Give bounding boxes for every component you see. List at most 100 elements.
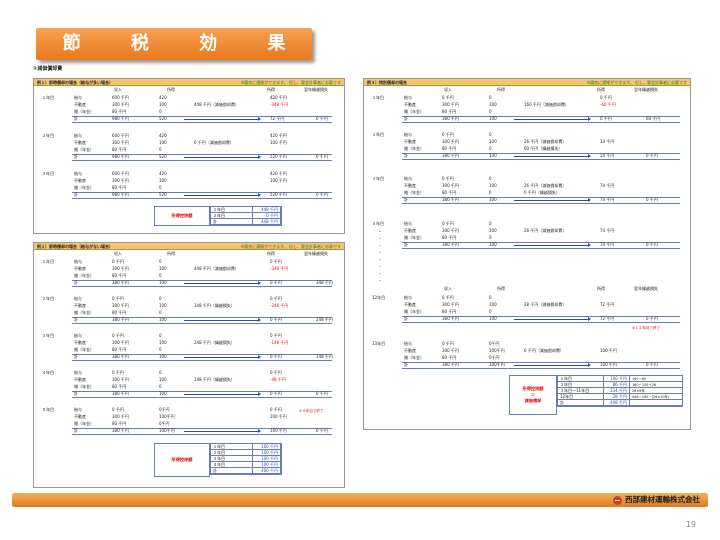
shotoku2-value: 420 千円 xyxy=(270,171,287,176)
deduction-year: ３年目～11年目 xyxy=(558,388,604,393)
deduction-note: 448 千円（減価償却費） xyxy=(194,266,239,271)
deduction-value: 100 千円 xyxy=(253,444,281,449)
shotoku2-value: 0 千円 xyxy=(600,95,612,100)
shotoku-value: 0千円 xyxy=(159,421,170,426)
total-income: 380 千円 xyxy=(442,197,459,202)
income-value: 80 千円 xyxy=(442,146,457,151)
item-label: 不動産 xyxy=(404,139,416,144)
item-label: 雑（年金） xyxy=(74,185,94,190)
deduction-formula xyxy=(630,400,682,405)
arrow-icon xyxy=(184,117,261,121)
total-shotoku2: 100 千円 xyxy=(600,362,617,367)
item-label: 給与 xyxy=(74,95,82,100)
shotoku-value: 0 xyxy=(489,109,492,114)
deduction-year: ３年目 xyxy=(211,456,253,461)
income-value: 0 千円 xyxy=(442,176,454,181)
column-header: 翌年繰越損失 xyxy=(304,251,328,256)
arrow-icon xyxy=(184,392,261,396)
income-value: 80 千円 xyxy=(442,190,457,195)
shotoku-value: 100 xyxy=(489,183,497,188)
carry-loss: 0 千円 xyxy=(316,428,328,433)
item-label: 不動産 xyxy=(404,183,416,188)
item-label: 給与 xyxy=(74,259,82,264)
income-value: 0 千円 xyxy=(112,407,124,412)
deduction-value: 234 千円 xyxy=(604,388,630,393)
item-label: 雑（年金） xyxy=(404,355,424,360)
deduction-note: 448 千円（減価償却費） xyxy=(194,102,239,107)
continuation-dot: ・ xyxy=(378,243,382,248)
year-label: ２年目 xyxy=(42,133,54,138)
shotoku-value: 100 xyxy=(159,340,167,345)
item-label: 不動産 xyxy=(74,414,86,419)
carry-loss: 60 千円 xyxy=(646,116,661,121)
item-label: 不動産 xyxy=(74,303,86,308)
income-value: 80 千円 xyxy=(112,147,127,152)
continuation-dot: ・ xyxy=(378,250,382,255)
deduction-label: 所得控除額 xyxy=(154,443,210,477)
income-value: 80 千円 xyxy=(442,355,457,360)
item-label: 不動産 xyxy=(74,266,86,271)
panel-note: ※優良に通帳ができます。 但し、要会計事者に必要です xyxy=(240,244,341,249)
total-shotoku2: 74 千円 xyxy=(600,197,615,202)
end-note: ※４年目で終了 xyxy=(299,409,324,413)
shotoku2-value: 74 千円 xyxy=(600,228,615,233)
total-label: 計 xyxy=(404,153,408,158)
carry-loss: 0 千円 xyxy=(646,153,658,158)
shotoku-value: 100 xyxy=(159,266,167,271)
shotoku2-value: 100 千円 xyxy=(270,178,287,183)
income-value: 80 千円 xyxy=(112,185,127,190)
shotoku-value: 420 xyxy=(159,171,167,176)
total-shotoku2: 100 千円 xyxy=(270,428,287,433)
deduction-value: 100 千円 xyxy=(253,462,281,467)
deduction-year: 計 xyxy=(211,468,253,473)
total-income: 980 千円 xyxy=(112,154,129,159)
income-value: 80 千円 xyxy=(112,421,127,426)
year-label: 12年目 xyxy=(372,295,386,300)
deduction-note: 26 千円（減価償却費） xyxy=(524,139,567,144)
income-value: 300 千円 xyxy=(112,340,129,345)
arrow-icon xyxy=(514,198,591,202)
year-label: ３年目 xyxy=(42,333,54,338)
income-value: 0 千円 xyxy=(442,132,454,137)
shotoku-value: 0 xyxy=(489,221,492,226)
carry-loss: 0 千円 xyxy=(646,316,658,321)
total-label: 計 xyxy=(404,316,408,321)
shotoku-value: 0 xyxy=(489,146,492,151)
shotoku-value: 420 xyxy=(159,95,167,100)
arrow-icon xyxy=(184,429,261,433)
panel-example-3: 例３）特別償却の場合 ※優良に通帳ができます。 但し、要会計事者に必要です 収入所… xyxy=(363,78,691,430)
arrow-icon xyxy=(514,117,591,121)
deduction-value: 448 千円 xyxy=(253,207,281,212)
item-label: 給与 xyxy=(404,95,412,100)
item-label: 不動産 xyxy=(74,340,86,345)
deduction-row: 計 400 千円 xyxy=(211,468,281,474)
deduction-label: 所得控除額 xyxy=(154,206,210,226)
income-value: 0 千円 xyxy=(112,259,124,264)
income-value: 0 千円 xyxy=(442,95,454,100)
total-label: 計 xyxy=(404,197,408,202)
deduction-year: １年目 xyxy=(211,444,253,449)
deduction-note-2: 0 千円（繰越損失） xyxy=(524,190,560,195)
income-value: 300 千円 xyxy=(112,102,129,107)
income-value: 80 千円 xyxy=(442,235,457,240)
shotoku2-value: 72 千円 xyxy=(600,302,615,307)
deduction-note: 160 千円（減価償却費） xyxy=(524,102,569,107)
shotoku-value: 0 xyxy=(159,296,162,301)
total-income: 380 千円 xyxy=(442,316,459,321)
income-value: 0 千円 xyxy=(442,221,454,226)
income-value: 80 千円 xyxy=(112,273,127,278)
shotoku-value: 0 xyxy=(159,370,162,375)
carry-loss: 0 千円 xyxy=(316,391,328,396)
page-number: 19 xyxy=(685,520,696,529)
shotoku-value: 0 xyxy=(489,309,492,314)
shotoku2-value: -348 千円 xyxy=(270,266,289,271)
company-name: 西部建材運輸株式会社 xyxy=(613,494,700,506)
shotoku-value: 0 xyxy=(489,95,492,100)
deduction-value: 0 千円 xyxy=(253,213,281,218)
income-value: 300 千円 xyxy=(112,178,129,183)
total-shotoku: 100千円 xyxy=(489,362,505,367)
income-value: 0 千円 xyxy=(112,296,124,301)
shotoku-value: 100千円 xyxy=(159,414,175,419)
arrow-icon xyxy=(514,154,591,158)
continuation-dot: ・ xyxy=(378,264,382,269)
